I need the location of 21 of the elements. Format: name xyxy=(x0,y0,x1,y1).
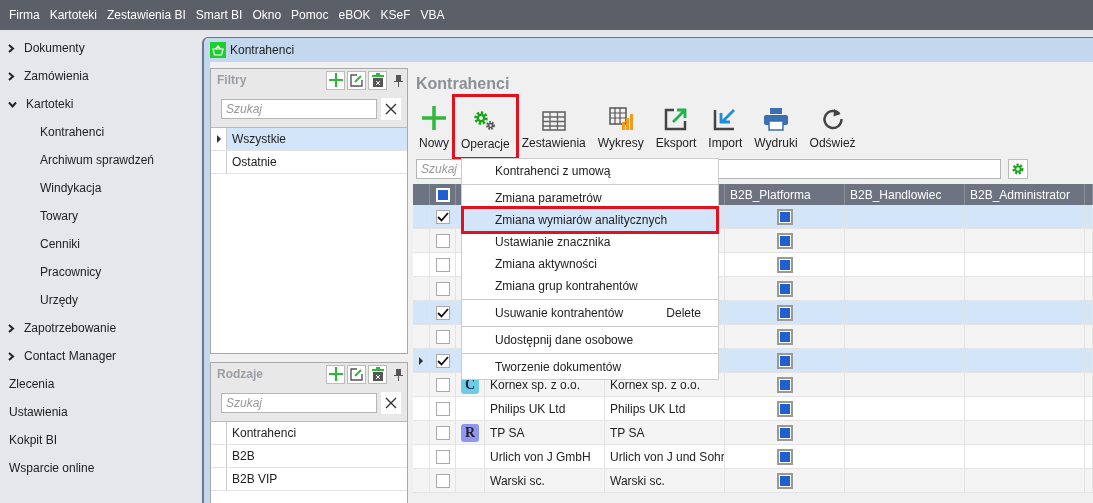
nav-label: Dokumenty xyxy=(24,41,85,55)
table-cell: Kornex sp. z o.o. xyxy=(490,377,581,392)
panel-title: Filtry xyxy=(217,73,247,87)
nav-label: Kartoteki xyxy=(26,97,74,111)
panel-title: Rodzaje xyxy=(217,367,263,381)
table-cell: TP SA xyxy=(610,425,645,440)
type-badge: R xyxy=(461,423,479,442)
nav-label: Zamówienia xyxy=(24,69,89,83)
nav-label: Contact Manager xyxy=(24,349,117,363)
shortcut-label: Delete xyxy=(666,306,701,320)
table-cell: Philips UK Ltd xyxy=(490,401,566,416)
table-cell: TP SA xyxy=(490,425,525,440)
table-cell: Warski sc. xyxy=(610,473,665,488)
table-cell: Urlich von J und Sohr xyxy=(610,449,724,464)
table-cell: Philips UK Ltd xyxy=(610,401,686,416)
table-cell: Warski sc. xyxy=(490,473,545,488)
table-cell: Kornex sp. z o.o. xyxy=(610,377,701,392)
table-cell: Urlich von J GmbH xyxy=(490,449,591,464)
window-title: Kontrahenci xyxy=(230,43,295,57)
page-title: Kontrahenci xyxy=(415,74,511,94)
nav-label: Zapotrzebowanie xyxy=(24,321,117,335)
